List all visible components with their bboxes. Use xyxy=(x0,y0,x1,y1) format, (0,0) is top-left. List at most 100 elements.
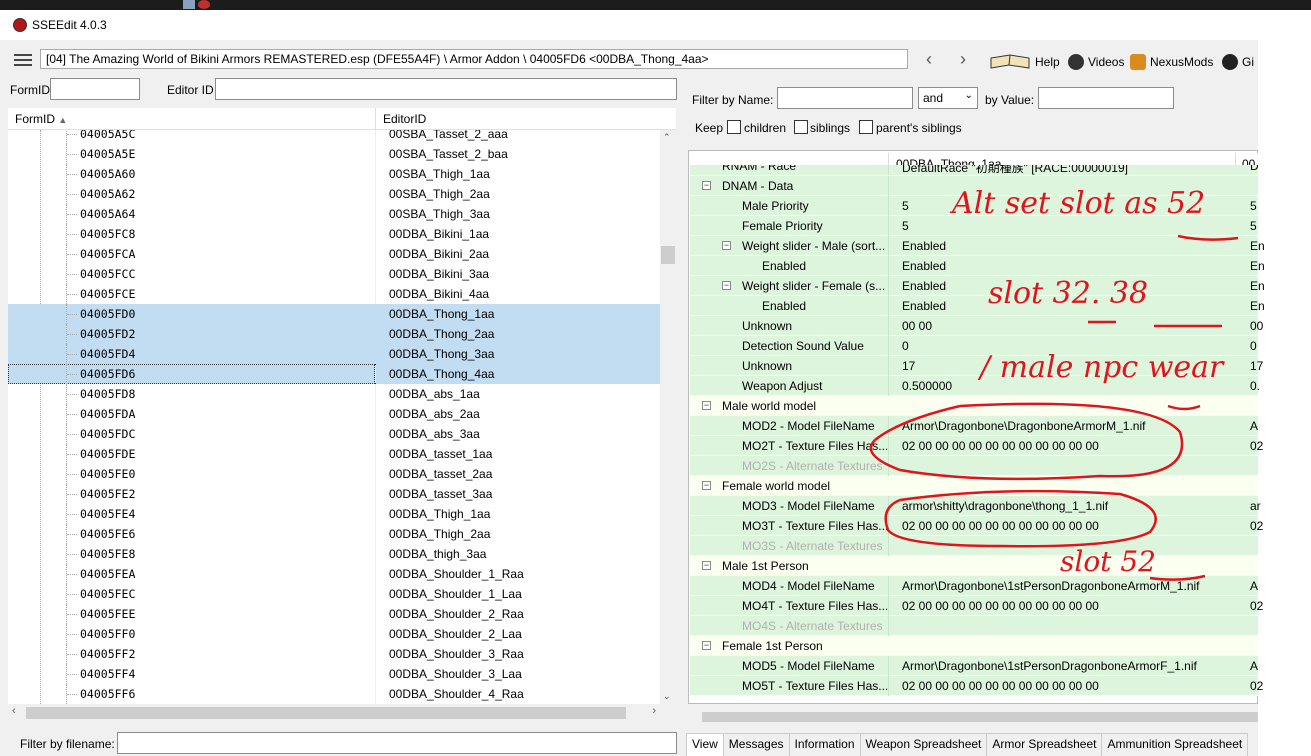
record-field-label: MO3S - Alternate Textures xyxy=(742,539,883,553)
scroll-left-icon[interactable]: ‹ xyxy=(12,705,16,717)
formid-filter-input[interactable] xyxy=(50,78,140,100)
tree-connector xyxy=(66,564,79,584)
tree-horizontal-thumb[interactable] xyxy=(26,707,626,719)
row-editorid: 00DBA_Shoulder_2_Laa xyxy=(389,627,522,641)
help-button[interactable]: Help xyxy=(989,52,1060,72)
tree-row[interactable]: 04005FC8 00DBA_Bikini_1aa xyxy=(8,224,660,244)
record-field-row[interactable]: MOD3 - Model FileName armor\shitty\dragon… xyxy=(690,496,1261,516)
record-section-row[interactable]: − Male 1st Person xyxy=(690,556,1258,576)
siblings-checkbox[interactable] xyxy=(794,120,808,134)
tree-row[interactable]: 04005A5E 00SBA_Tasset_2_baa xyxy=(8,144,660,164)
record-field-row[interactable]: MO2T - Texture Files Has... 02 00 00 00 0… xyxy=(690,436,1263,456)
record-section-row[interactable]: − Female world model xyxy=(690,476,1258,496)
tree-row[interactable]: 04005FE0 00DBA_tasset_2aa xyxy=(8,464,660,484)
tree-row[interactable]: 04005FD0 00DBA_Thong_1aa xyxy=(8,304,660,324)
column-editorid[interactable]: EditorID xyxy=(383,112,426,126)
tree-scroll-thumb[interactable] xyxy=(661,246,675,264)
record-field-row[interactable]: MO3T - Texture Files Has... 02 00 00 00 0… xyxy=(690,516,1263,536)
tree-row[interactable]: 04005FE4 00DBA_Thigh_1aa xyxy=(8,504,660,524)
tree-row[interactable]: 04005FD6 00DBA_Thong_4aa xyxy=(8,364,660,384)
tree-row[interactable]: 04005FDC 00DBA_abs_3aa xyxy=(8,424,660,444)
tree-row[interactable]: 04005FCC 00DBA_Bikini_3aa xyxy=(8,264,660,284)
record-field-row[interactable]: − Weight slider - Male (sort... Enabled En xyxy=(690,236,1265,256)
tree-row[interactable]: 04005FE8 00DBA_thigh_3aa xyxy=(8,544,660,564)
record-field-row[interactable]: MOD2 - Model FileName Armor\Dragonbone\Dr… xyxy=(690,416,1258,436)
tree-row[interactable]: 04005FD8 00DBA_abs_1aa xyxy=(8,384,660,404)
filter-name-input[interactable] xyxy=(777,87,913,109)
nexusmods-button[interactable]: NexusMods xyxy=(1130,52,1213,72)
record-field-row[interactable]: MO4T - Texture Files Has... 02 00 00 00 0… xyxy=(690,596,1263,616)
tree-row[interactable]: 04005A64 00SBA_Thigh_3aa xyxy=(8,204,660,224)
tree-row[interactable]: 04005FF4 00DBA_Shoulder_3_Laa xyxy=(8,664,660,684)
record-horizontal-thumb[interactable] xyxy=(702,712,1258,722)
record-field-row[interactable]: MOD5 - Model FileName Armor\Dragonbone\1s… xyxy=(690,656,1258,676)
row-editorid: 00SBA_Tasset_2_aaa xyxy=(389,130,508,141)
children-checkbox[interactable] xyxy=(727,120,741,134)
tab-weapon-spreadsheet[interactable]: Weapon Spreadsheet xyxy=(859,733,988,756)
tree-row[interactable]: 04005FCA 00DBA_Bikini_2aa xyxy=(8,244,660,264)
tree-row[interactable]: 04005A62 00SBA_Thigh_2aa xyxy=(8,184,660,204)
record-path-field[interactable]: [04] The Amazing World of Bikini Armors … xyxy=(40,49,908,69)
record-field-row[interactable]: RNAM - Race DefaultRace "初期種族" [RACE:0000… xyxy=(690,165,1258,176)
record-field-row[interactable]: Enabled Enabled En xyxy=(690,296,1265,316)
parents-siblings-checkbox[interactable] xyxy=(859,120,873,134)
record-field-row[interactable]: MO2S - Alternate Textures xyxy=(690,456,1258,476)
scroll-right-icon[interactable]: › xyxy=(652,705,656,717)
row-editorid: 00DBA_Shoulder_3_Raa xyxy=(389,647,524,661)
record-field-row[interactable]: Unknown 00 00 00 xyxy=(690,316,1263,336)
tree-row[interactable]: 04005FEA 00DBA_Shoulder_1_Raa xyxy=(8,564,660,584)
tree-row[interactable]: 04005FCE 00DBA_Bikini_4aa xyxy=(8,284,660,304)
scroll-up-icon[interactable]: ⌃ xyxy=(663,132,671,143)
collapse-icon[interactable]: − xyxy=(702,481,711,490)
record-field-row[interactable]: MO5T - Texture Files Has... 02 00 00 00 0… xyxy=(690,676,1263,696)
tree-row[interactable]: 04005FE6 00DBA_Thigh_2aa xyxy=(8,524,660,544)
navigation-tree[interactable]: 04005A5C 00SBA_Tasset_2_aaa 04005A5E 00SBA_… xyxy=(8,130,660,704)
editorid-filter-input[interactable] xyxy=(215,78,677,100)
record-section-row[interactable]: − Female 1st Person xyxy=(690,636,1258,656)
taskbar-xedit-icon[interactable] xyxy=(198,0,210,9)
record-field-row[interactable]: MOD4 - Model FileName Armor\Dragonbone\1s… xyxy=(690,576,1258,596)
book-icon xyxy=(990,54,1030,69)
tab-armor-spreadsheet[interactable]: Armor Spreadsheet xyxy=(986,733,1103,756)
chevron-right-icon[interactable]: › xyxy=(953,50,973,70)
tree-row[interactable]: 04005FE2 00DBA_tasset_3aa xyxy=(8,484,660,504)
taskbar-app-icon[interactable] xyxy=(183,0,195,9)
collapse-icon[interactable]: − xyxy=(702,181,711,190)
collapse-icon[interactable]: − xyxy=(702,641,711,650)
tab-view[interactable]: View xyxy=(686,733,724,756)
github-button[interactable]: Gi xyxy=(1222,52,1254,72)
tree-vertical-scrollbar[interactable]: ⌃ ⌄ xyxy=(660,130,676,704)
tree-row[interactable]: 04005FDE 00DBA_tasset_1aa xyxy=(8,444,660,464)
tree-row[interactable]: 04005FF6 00DBA_Shoulder_4_Raa xyxy=(8,684,660,704)
collapse-icon[interactable]: − xyxy=(722,281,731,290)
record-field-row[interactable]: Enabled Enabled En xyxy=(690,256,1265,276)
videos-button[interactable]: Videos xyxy=(1068,52,1124,72)
chevron-left-icon[interactable]: ‹ xyxy=(919,50,939,70)
combinator-select[interactable]: and ⌄ xyxy=(918,87,978,109)
record-field-row[interactable]: MO4S - Alternate Textures xyxy=(690,616,1258,636)
tree-connector xyxy=(66,244,79,264)
record-section-row[interactable]: − Male world model xyxy=(690,396,1258,416)
tree-row[interactable]: 04005FDA 00DBA_abs_2aa xyxy=(8,404,660,424)
tab-messages[interactable]: Messages xyxy=(722,733,790,756)
column-formid[interactable]: FormID ▲ xyxy=(15,112,67,126)
tab-ammunition-spreadsheet[interactable]: Ammunition Spreadsheet xyxy=(1101,733,1249,756)
collapse-icon[interactable]: − xyxy=(722,241,731,250)
tree-row[interactable]: 04005FF2 00DBA_Shoulder_3_Raa xyxy=(8,644,660,664)
tree-row[interactable]: 04005FF0 00DBA_Shoulder_2_Laa xyxy=(8,624,660,644)
scroll-down-icon[interactable]: ⌄ xyxy=(663,691,671,702)
filename-filter-input[interactable] xyxy=(117,732,677,754)
collapse-icon[interactable]: − xyxy=(702,401,711,410)
tree-row[interactable]: 04005FEC 00DBA_Shoulder_1_Laa xyxy=(8,584,660,604)
tree-row[interactable]: 04005FD2 00DBA_Thong_2aa xyxy=(8,324,660,344)
tab-information[interactable]: Information xyxy=(788,733,861,756)
filter-value-input[interactable] xyxy=(1038,87,1174,109)
record-field-row[interactable]: − Weight slider - Female (s... Enabled En xyxy=(690,276,1265,296)
collapse-icon[interactable]: − xyxy=(702,561,711,570)
tree-row[interactable]: 04005FEE 00DBA_Shoulder_2_Raa xyxy=(8,604,660,624)
hamburger-menu-icon[interactable] xyxy=(14,54,32,68)
record-field-row[interactable]: MO3S - Alternate Textures xyxy=(690,536,1258,556)
tree-row[interactable]: 04005FD4 00DBA_Thong_3aa xyxy=(8,344,660,364)
tree-row[interactable]: 04005A60 00SBA_Thigh_1aa xyxy=(8,164,660,184)
tree-row[interactable]: 04005A5C 00SBA_Tasset_2_aaa xyxy=(8,130,660,144)
